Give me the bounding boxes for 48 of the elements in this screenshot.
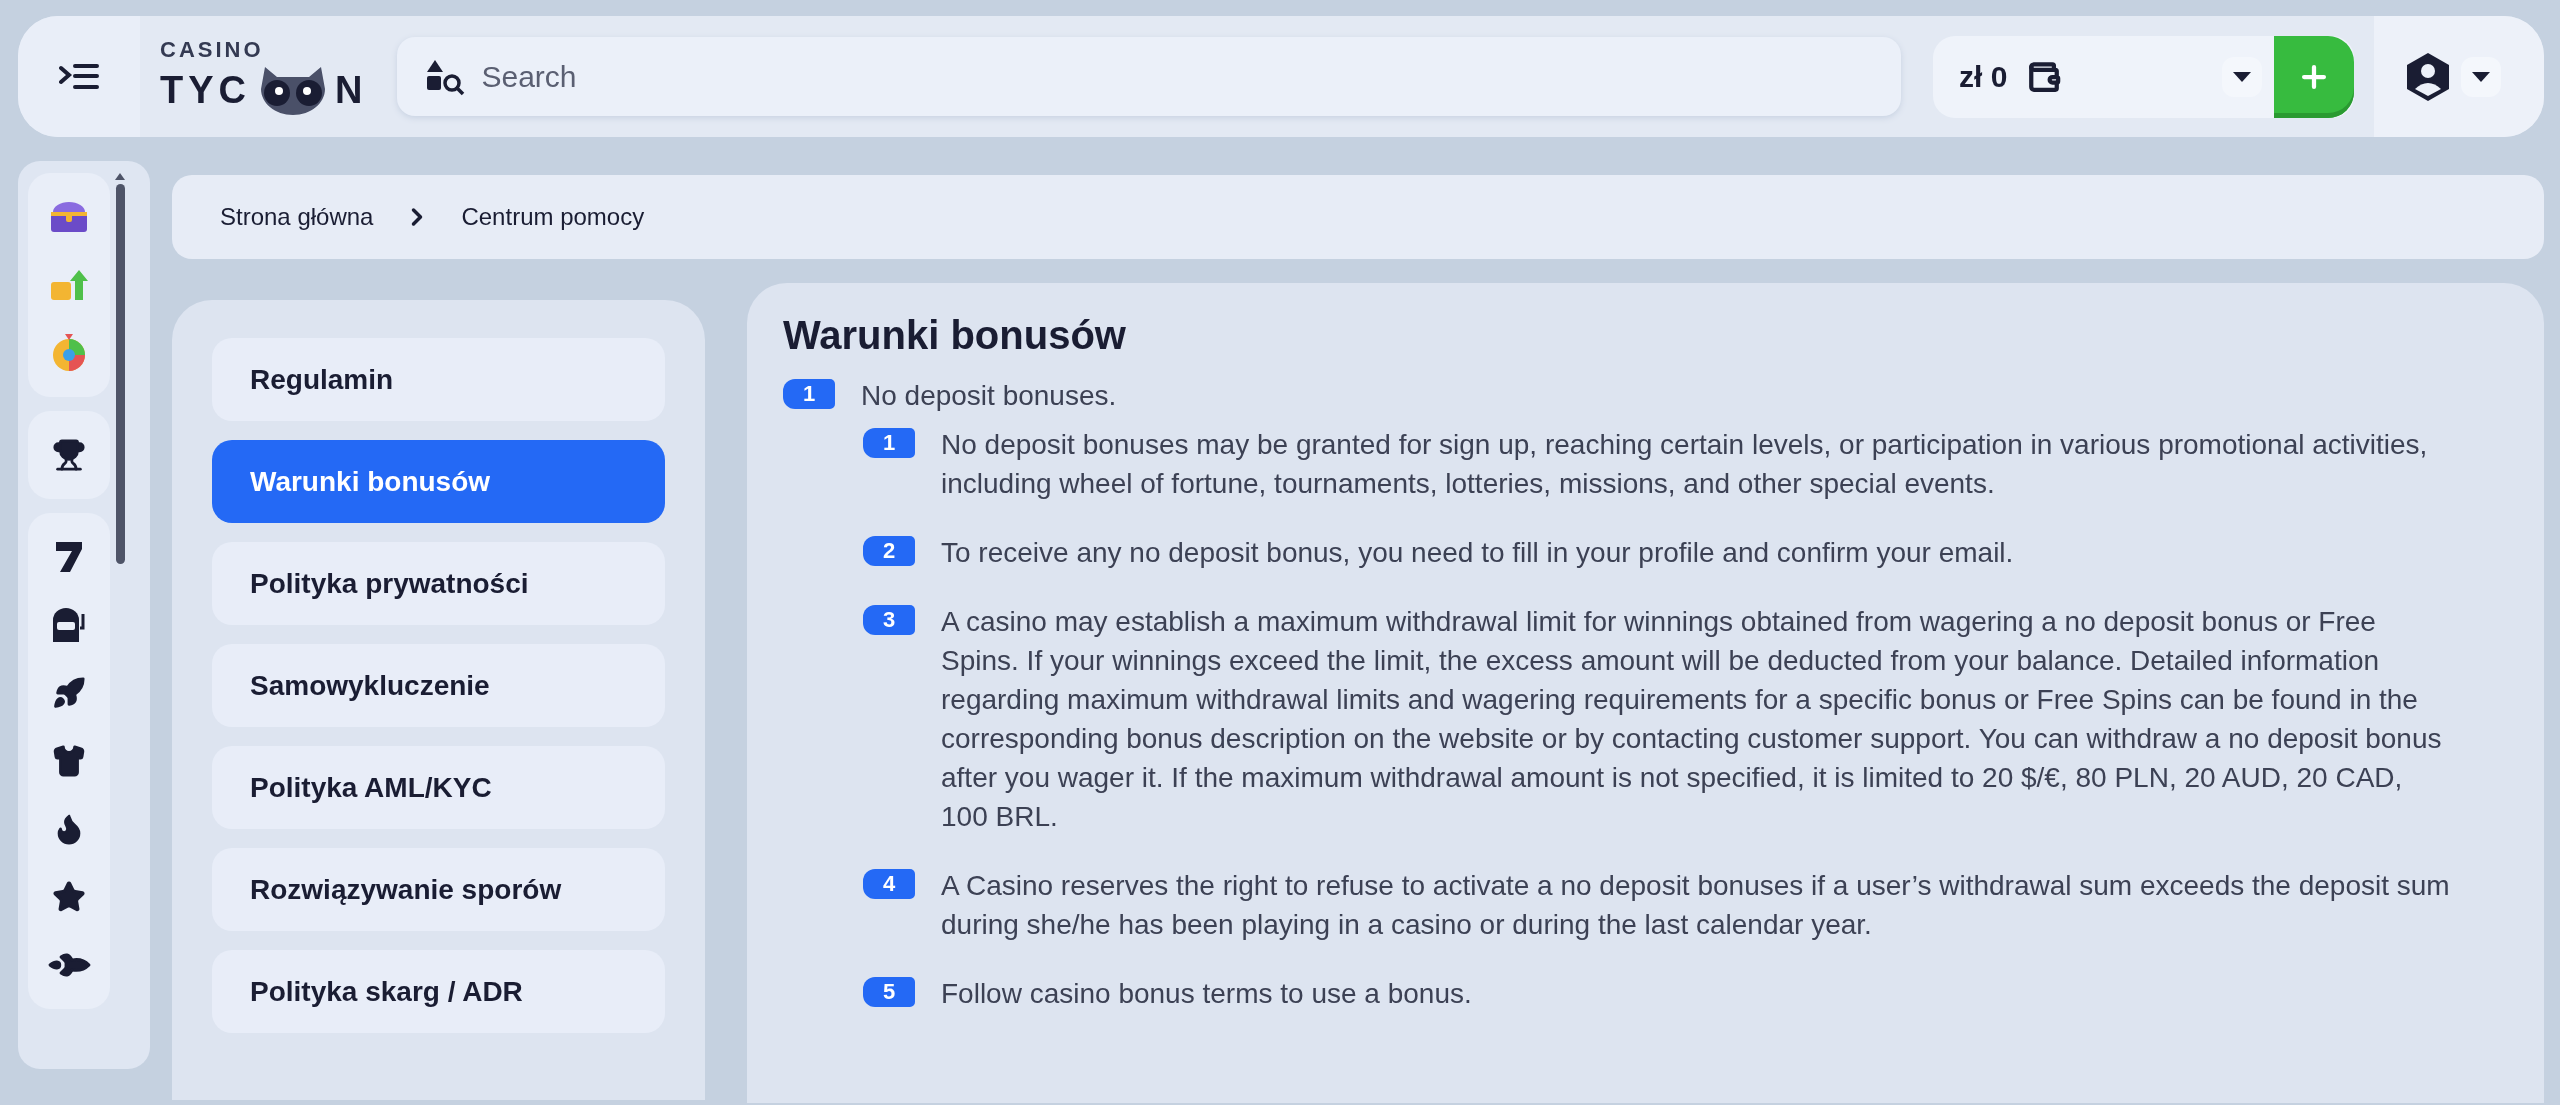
paragraph: A casino may establish a maximum withdrawal limit for winnings obtained from wagering a no deposit bonus or Free Spins. If your winnings exceed the limit, the excess amount will be deducted from your balance. Detailed information regarding maximum withdrawal limits and wagering requirements for a specific bonus or Free Spins can be found in the corresponding bonus description on the website or by contacting customer support. You can withdraw a no deposit bonus after you wager it. If the maximum withdrawal amount is not specified, it is limited to 20 $/€, 80 PLN, 20 AUD, 20 CAD, 100 BRL. xyxy=(941,605,2443,834)
wallet-icon xyxy=(2027,59,2062,94)
help-nav-item[interactable]: Polityka prywatności xyxy=(212,542,665,625)
number-badge: 4 xyxy=(863,869,915,899)
search-bar[interactable]: Search xyxy=(397,37,1901,116)
help-nav-item[interactable]: Polityka AML/KYC xyxy=(212,746,665,829)
star-icon xyxy=(52,880,86,914)
menu-button[interactable] xyxy=(18,16,140,137)
number-badge: 1 xyxy=(783,379,835,409)
breadcrumb-link[interactable]: Centrum pomocy xyxy=(461,203,645,231)
profile-dropdown[interactable] xyxy=(2461,56,2501,97)
paragraph: Follow casino bonus terms to use a bonus. xyxy=(941,977,1472,1011)
paragraph: No deposit bonuses may be granted for sign up, reaching certain levels, or participation in various promotional activities, including wheel of fortune, tournaments, lotteries, missions, and other special events. xyxy=(941,428,2429,501)
logo-text: TYC xyxy=(160,70,251,109)
help-nav-item[interactable]: Regulamin xyxy=(212,338,665,421)
number-badge: 5 xyxy=(863,977,915,1007)
number-badge: 1 xyxy=(863,428,915,458)
deposit-button[interactable] xyxy=(2274,35,2354,118)
help-nav-item[interactable]: Samowykluczenie xyxy=(212,644,665,727)
article-title: Warunki bonusów xyxy=(783,313,1127,358)
caret-icon xyxy=(2472,71,2490,82)
trophy-icon xyxy=(52,438,86,472)
seven-icon xyxy=(54,540,84,574)
help-nav-item[interactable]: Warunki bonusów xyxy=(212,440,665,523)
level-up-icon xyxy=(49,268,89,302)
logo-text: CASINO xyxy=(160,36,265,63)
scroll-up-icon xyxy=(115,173,125,180)
rocket-icon xyxy=(52,676,86,710)
user-avatar-icon xyxy=(2405,51,2451,102)
balance-dropdown[interactable] xyxy=(2222,56,2262,97)
prize-wheel-icon xyxy=(50,334,88,372)
number-badge: 3 xyxy=(863,605,915,635)
menu-icon xyxy=(59,61,99,92)
shirt-icon xyxy=(52,744,86,778)
breadcrumb-link[interactable]: Strona główna xyxy=(220,203,374,231)
help-nav-item[interactable]: Rozwiązywanie sporów xyxy=(212,848,665,931)
slot-machine-icon xyxy=(50,606,88,644)
caret-icon xyxy=(2233,71,2251,82)
number-badge: 2 xyxy=(863,536,915,566)
paragraph: To receive any no deposit bonus, you need to fill in your profile and confirm your email. xyxy=(941,536,2014,570)
section-heading: No deposit bonuses. xyxy=(861,379,1117,413)
balance-amount: zł 0 xyxy=(1959,59,2008,94)
help-nav-item[interactable]: Polityka skarg / ADR xyxy=(212,950,665,1033)
paragraph: A Casino reserves the right to refuse to activate a no deposit bonuses if a user’s withdrawal sum exceeds the deposit sum during she/he has been playing in a casino or during the last calendar year. xyxy=(941,869,2451,942)
treasure-chest-icon xyxy=(49,200,89,234)
scrollbar-thumb[interactable] xyxy=(115,184,125,564)
search-field[interactable]: Search xyxy=(479,58,1873,95)
logo-text: N xyxy=(335,70,368,109)
